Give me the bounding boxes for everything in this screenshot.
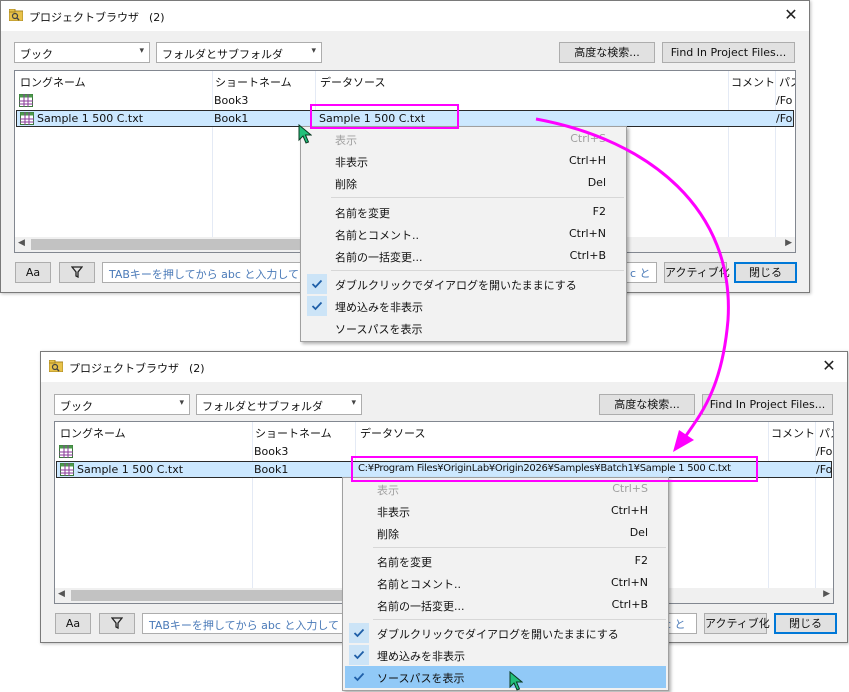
cell-shortname: Book3 [214, 94, 249, 107]
cell-path: /Fo [776, 112, 793, 125]
scrollbar-thumb[interactable] [31, 239, 311, 250]
cell-path: /Fo [776, 94, 793, 107]
checkmark-icon [307, 296, 327, 316]
column-header-longname[interactable]: ロングネーム [60, 425, 126, 441]
checkmark-icon [349, 667, 369, 687]
scroll-right-icon[interactable]: ▶ [785, 238, 792, 248]
column-header-shortname[interactable]: ショートネーム [255, 425, 332, 441]
mouse-cursor-icon [509, 671, 523, 691]
column-header-shortname[interactable]: ショートネーム [215, 74, 292, 90]
menu-item-show-source-path[interactable]: ソースパスを表示 [345, 666, 666, 688]
scope-combo[interactable]: フォルダとサブフォルダ ▾ [156, 42, 322, 63]
column-header-longname[interactable]: ロングネーム [20, 74, 86, 90]
cell-shortname: Book1 [254, 463, 289, 476]
checkmark-icon [349, 645, 369, 665]
find-in-project-files-button[interactable]: Find In Project Files... [662, 42, 795, 63]
match-case-button[interactable]: Aa [15, 262, 51, 283]
menu-item-batch-rename[interactable]: 名前の一括変更... Ctrl+B [345, 594, 666, 616]
workbook-icon [60, 463, 74, 476]
highlight-box-top [310, 104, 459, 129]
context-menu-top: 表示 Ctrl+S 非表示 Ctrl+H 削除 Del 名前を変更 F2 名前とコメント… [300, 126, 627, 342]
menu-item-show[interactable]: 表示 Ctrl+S [303, 128, 624, 150]
menu-item-batch-rename[interactable]: 名前の一括変更... Ctrl+B [303, 245, 624, 267]
search-hint-tail: c と [630, 267, 651, 280]
checkmark-icon [307, 274, 327, 294]
advanced-search-button[interactable]: 高度な検索... [559, 42, 655, 63]
item-count: (2) [189, 362, 205, 375]
cell-path: /Fo [816, 463, 833, 476]
cell-path: /Fo [816, 445, 833, 458]
filter-button[interactable] [99, 613, 135, 634]
workbook-icon [20, 112, 34, 125]
close-button[interactable]: 閉じる [734, 262, 797, 283]
filter-icon [110, 617, 124, 630]
cell-shortname: Book1 [214, 112, 249, 125]
menu-item-hide-embedded[interactable]: 埋め込みを非表示 [345, 644, 666, 666]
filter-icon [70, 266, 84, 279]
close-icon[interactable]: ✕ [781, 5, 801, 25]
window-title: プロジェクトブラウザ (2) [29, 11, 165, 24]
menu-item-hide[interactable]: 非表示 Ctrl+H [345, 500, 666, 522]
column-header-datasource[interactable]: データソース [360, 425, 425, 441]
menu-item-delete[interactable]: 削除 Del [303, 172, 624, 194]
scroll-right-icon[interactable]: ▶ [823, 589, 830, 599]
chevron-down-icon: ▾ [179, 398, 184, 408]
menu-item-hide[interactable]: 非表示 Ctrl+H [303, 150, 624, 172]
chevron-down-icon: ▾ [351, 398, 356, 408]
context-menu-bottom: 表示 Ctrl+S 非表示 Ctrl+H 削除 Del 名前を変更 F2 名前とコメント… [342, 477, 669, 691]
menu-item-rename[interactable]: 名前を変更 F2 [345, 550, 666, 572]
column-header-comment[interactable]: コメント [771, 425, 815, 441]
window-title: プロジェクトブラウザ (2) [69, 362, 205, 375]
menu-item-hide-embedded[interactable]: 埋め込みを非表示 [303, 295, 624, 317]
close-icon[interactable]: ✕ [819, 356, 839, 376]
menu-item-name-comment[interactable]: 名前とコメント.. Ctrl+N [303, 223, 624, 245]
column-header-path[interactable]: パス [819, 425, 833, 441]
workbook-icon [59, 445, 73, 458]
match-case-button[interactable]: Aa [55, 613, 91, 634]
workbook-icon [19, 94, 33, 107]
menu-item-rename[interactable]: 名前を変更 F2 [303, 201, 624, 223]
cell-longname: Sample 1 500 C.txt [77, 463, 184, 476]
column-header-comment[interactable]: コメント [731, 74, 775, 90]
scroll-left-icon[interactable]: ◀ [18, 238, 25, 248]
item-count: (2) [149, 11, 165, 24]
cell-longname: Sample 1 500 C.txt [37, 112, 144, 125]
title-bar: プロジェクトブラウザ (2) ✕ [1, 1, 809, 31]
activate-button[interactable]: アクティブ化 [664, 262, 730, 283]
title-bar: プロジェクトブラウザ (2) ✕ [41, 352, 847, 382]
menu-item-show-source-path[interactable]: ソースパスを表示 [303, 317, 624, 339]
project-folder-icon [49, 360, 63, 372]
find-in-project-files-button[interactable]: Find In Project Files... [702, 394, 833, 415]
highlight-box-bottom [351, 456, 758, 482]
scroll-left-icon[interactable]: ◀ [58, 589, 65, 599]
column-header-datasource[interactable]: データソース [320, 74, 385, 90]
filter-button[interactable] [59, 262, 95, 283]
close-button[interactable]: 閉じる [774, 613, 837, 634]
menu-item-keep-dialog-open[interactable]: ダブルクリックでダイアログを開いたままにする [345, 622, 666, 644]
menu-item-keep-dialog-open[interactable]: ダブルクリックでダイアログを開いたままにする [303, 273, 624, 295]
menu-item-name-comment[interactable]: 名前とコメント.. Ctrl+N [345, 572, 666, 594]
type-combo[interactable]: ブック ▾ [54, 394, 190, 415]
scope-combo[interactable]: フォルダとサブフォルダ ▾ [196, 394, 362, 415]
checkmark-icon [349, 623, 369, 643]
cell-shortname: Book3 [254, 445, 289, 458]
project-folder-icon [9, 9, 23, 21]
menu-item-delete[interactable]: 削除 Del [345, 522, 666, 544]
chevron-down-icon: ▾ [311, 46, 316, 56]
type-combo[interactable]: ブック ▾ [14, 42, 150, 63]
advanced-search-button[interactable]: 高度な検索... [599, 394, 695, 415]
chevron-down-icon: ▾ [139, 46, 144, 56]
activate-button[interactable]: アクティブ化 [704, 613, 770, 634]
column-header-path[interactable]: パス [779, 74, 795, 90]
scrollbar-thumb[interactable] [71, 590, 351, 601]
